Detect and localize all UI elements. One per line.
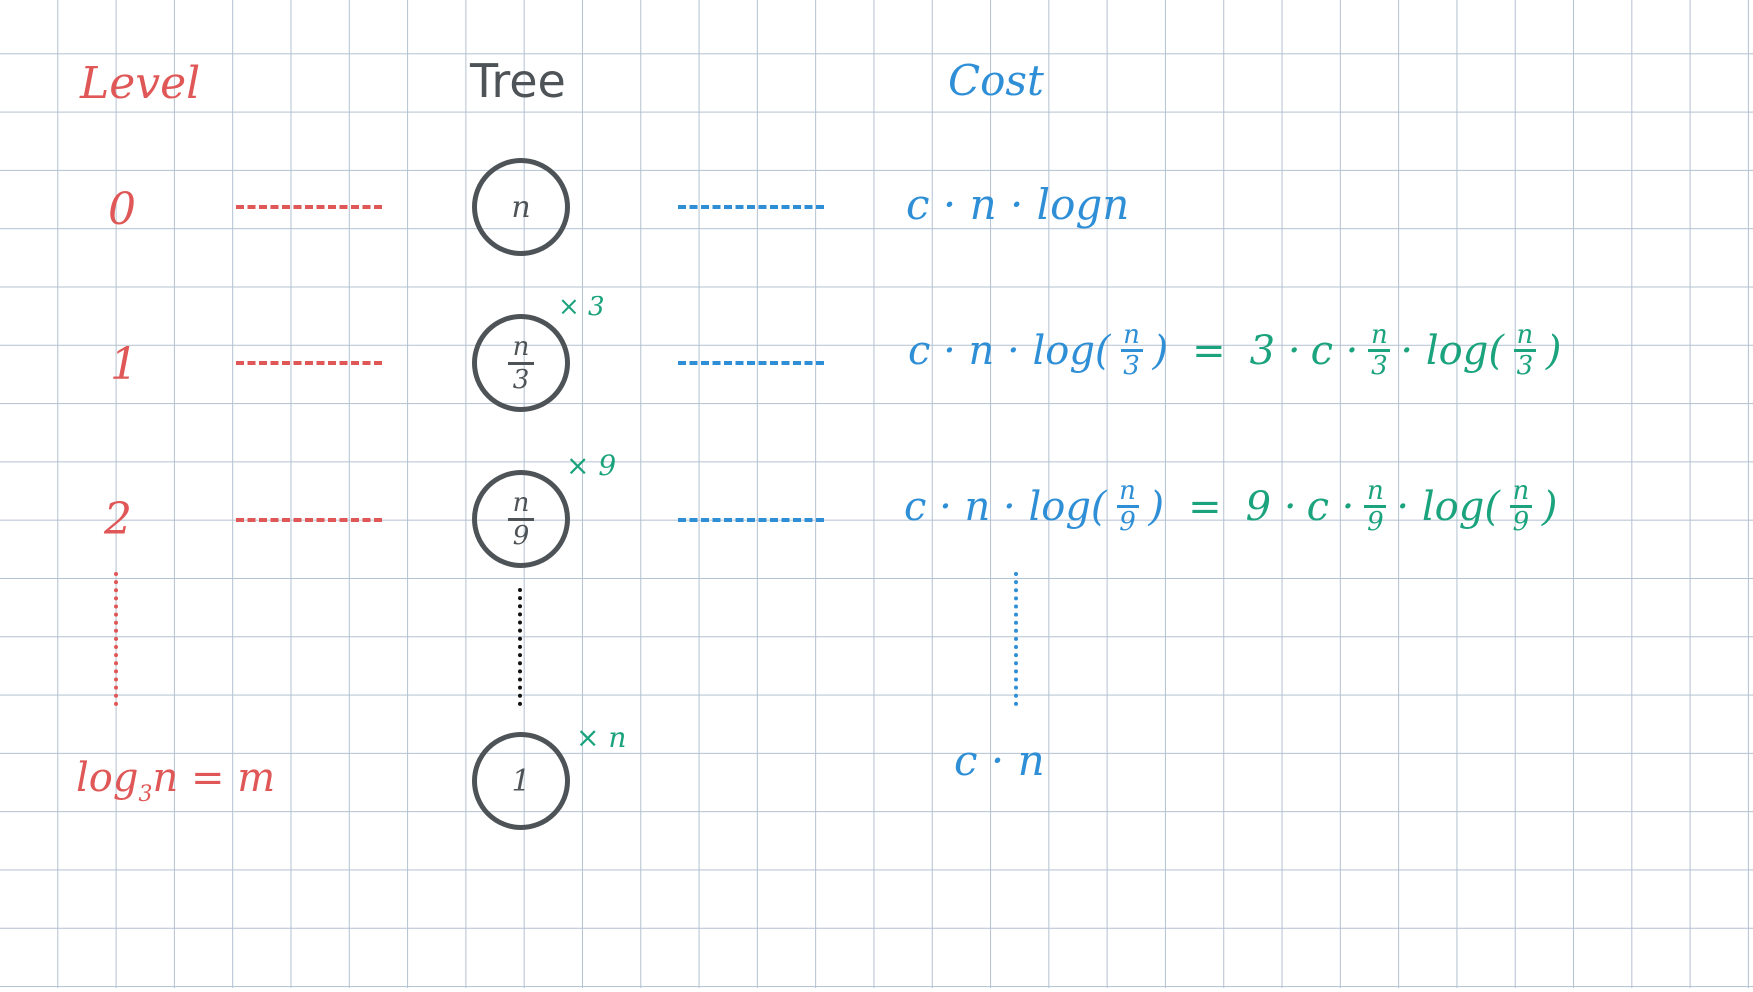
cost-1-equals: = [1192, 327, 1226, 374]
cost-2-left: c · n · log( [904, 483, 1107, 530]
level-2: 2 [104, 494, 132, 545]
tree-node-2-fraction: n 9 [508, 490, 534, 549]
cost-1-fraction: n 3 [1120, 320, 1143, 381]
cost-1-c: c · [1310, 327, 1359, 374]
tree-node-1-den: 3 [512, 364, 530, 395]
cost-2-log-den: 9 [1512, 507, 1530, 537]
multiplier-2: × 9 [566, 449, 617, 482]
level-header: Level [80, 58, 201, 109]
cost-1-green-den: 3 [1371, 351, 1388, 381]
cost-header: Cost [948, 56, 1044, 105]
cost-2-den: 9 [1119, 507, 1136, 537]
level-0: 0 [108, 184, 136, 235]
level-2-connector [236, 518, 382, 522]
cost-2-log-fraction: n 9 [1509, 476, 1532, 537]
cost-2-close: ) [1148, 483, 1165, 530]
tree-header: Tree [470, 54, 566, 108]
tree-node-2-den: 9 [512, 520, 530, 551]
cost-1-green-fraction: n 3 [1368, 320, 1391, 381]
cost-0: c · n · logn [906, 180, 1130, 229]
cost-1-factor: 3 · [1249, 327, 1301, 374]
tree-node-2: n 9 [472, 470, 570, 568]
cost-2-equals: = [1188, 483, 1222, 530]
tree-node-0-label: n [511, 189, 531, 225]
cost-1-green-num: n [1371, 320, 1388, 350]
cost-2-log: · log( [1396, 483, 1500, 530]
level-1-connector [236, 361, 382, 365]
cost-2-num: n [1119, 476, 1136, 506]
tree-node-1: n 3 [472, 314, 570, 412]
cost-1-log-fraction: n 3 [1513, 320, 1536, 381]
level-1: 1 [110, 339, 138, 390]
page-edge [0, 988, 1753, 992]
cost-2-green-num: n [1367, 476, 1384, 506]
tree-ellipsis-dots [518, 588, 522, 706]
cost-2-connector [678, 518, 824, 522]
cost-1-log-num: n [1516, 320, 1534, 350]
tree-node-1-num: n [512, 331, 530, 362]
cost-2: c · n · log( n 9 ) = 9 · c · n 9 · log( … [904, 478, 1558, 535]
cost-last: c · n [954, 736, 1045, 785]
cost-1-log-close: ) [1545, 327, 1562, 374]
tree-node-last-label: 1 [511, 763, 531, 799]
cost-2-c: c · [1306, 483, 1355, 530]
cost-1-den: 3 [1123, 351, 1140, 381]
multiplier-last: × n [576, 721, 627, 754]
tree-node-2-num: n [512, 487, 530, 518]
tree-node-0: n [472, 158, 570, 256]
cost-1-left: c · n · log( [908, 327, 1111, 374]
cost-0-connector [678, 205, 824, 209]
level-0-connector [236, 205, 382, 209]
level-last-log: log [76, 755, 139, 801]
cost-1-close: ) [1152, 327, 1169, 374]
cost-2-green-den: 9 [1367, 507, 1384, 537]
level-last-base: 3 [138, 782, 153, 807]
tree-node-last: 1 [472, 732, 570, 830]
cost-ellipsis-dots [1014, 572, 1018, 706]
level-last-rest: n = m [152, 755, 276, 801]
cost-2-log-num: n [1512, 476, 1530, 506]
cost-1-log-den: 3 [1516, 351, 1534, 381]
cost-1-connector [678, 361, 824, 365]
cost-1: c · n · log( n 3 ) = 3 · c · n 3 · log( … [908, 322, 1562, 379]
level-ellipsis-dots [114, 572, 118, 706]
cost-2-factor: 9 · [1245, 483, 1297, 530]
cost-2-fraction: n 9 [1116, 476, 1139, 537]
cost-1-log: · log( [1400, 327, 1504, 374]
tree-node-1-fraction: n 3 [508, 334, 534, 393]
level-last: log3n = m [76, 758, 275, 806]
cost-2-log-close: ) [1541, 483, 1558, 530]
cost-2-green-fraction: n 9 [1364, 476, 1387, 537]
cost-1-num: n [1123, 320, 1140, 350]
multiplier-1: × 3 [558, 292, 605, 322]
